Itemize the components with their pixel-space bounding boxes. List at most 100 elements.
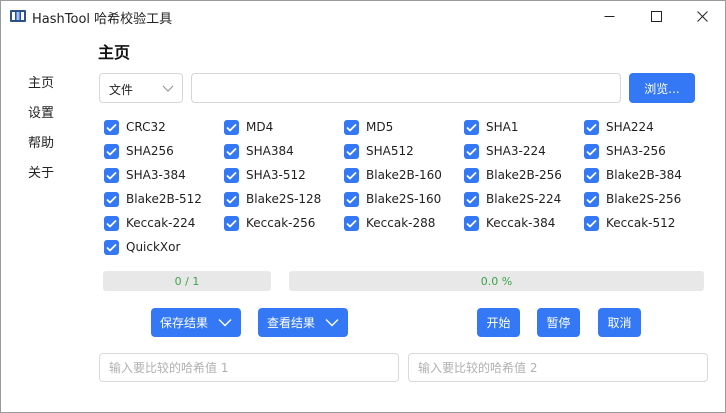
- checkbox-keccak-224[interactable]: Keccak-224: [104, 214, 195, 232]
- cancel-button[interactable]: 取消: [598, 308, 641, 337]
- view-results-button[interactable]: 查看结果: [258, 308, 348, 337]
- compare-hash-input-1[interactable]: 输入要比较的哈希值 1: [99, 353, 399, 382]
- checkbox-checked-icon: [104, 239, 119, 255]
- chevron-down-icon: [162, 85, 174, 92]
- checkbox-keccak-384[interactable]: Keccak-384: [464, 214, 555, 232]
- checkbox-sha1[interactable]: SHA1: [464, 118, 518, 136]
- minimize-button[interactable]: [586, 1, 632, 32]
- checkbox-keccak-512[interactable]: Keccak-512: [584, 214, 675, 232]
- checkbox-label: Keccak-288: [366, 216, 436, 230]
- checkbox-checked-icon: [224, 143, 239, 159]
- checkbox-md4[interactable]: MD4: [224, 118, 273, 136]
- checkbox-checked-icon: [344, 191, 359, 207]
- checkbox-checked-icon: [584, 215, 599, 231]
- checkbox-blake2b-512[interactable]: Blake2B-512: [104, 190, 202, 208]
- checkbox-sha256[interactable]: SHA256: [104, 142, 174, 160]
- checkbox-sha3-256[interactable]: SHA3-256: [584, 142, 666, 160]
- checkbox-checked-icon: [464, 191, 479, 207]
- checkbox-blake2b-384[interactable]: Blake2B-384: [584, 166, 682, 184]
- source-type-value: 文件: [109, 83, 134, 97]
- maximize-button[interactable]: [633, 1, 679, 32]
- checkbox-label: SHA3-224: [486, 144, 546, 158]
- checkbox-quickxor[interactable]: QuickXor: [104, 238, 180, 256]
- sidebar-item-settings[interactable]: 设置: [28, 102, 54, 121]
- checkbox-label: Blake2S-256: [606, 192, 682, 206]
- checkbox-checked-icon: [584, 167, 599, 183]
- close-button[interactable]: [679, 1, 725, 32]
- checkbox-label: SHA224: [606, 120, 654, 134]
- compare-hash-input-2[interactable]: 输入要比较的哈希值 2: [408, 353, 708, 382]
- checkbox-checked-icon: [104, 143, 119, 159]
- checkbox-label: SHA384: [246, 144, 294, 158]
- checkbox-sha384[interactable]: SHA384: [224, 142, 294, 160]
- source-type-select[interactable]: 文件: [99, 73, 183, 103]
- checkbox-label: SHA3-384: [126, 168, 186, 182]
- page-title: 主页: [98, 43, 131, 62]
- checkbox-checked-icon: [344, 143, 359, 159]
- checkbox-blake2s-224[interactable]: Blake2S-224: [464, 190, 561, 208]
- checkbox-sha224[interactable]: SHA224: [584, 118, 654, 136]
- checkbox-checked-icon: [464, 143, 479, 159]
- title-bar[interactable]: HashTool 哈希校验工具: [1, 1, 725, 32]
- checkbox-crc32[interactable]: CRC32: [104, 118, 166, 136]
- checkbox-label: Keccak-224: [126, 216, 196, 230]
- save-results-button[interactable]: 保存结果: [151, 308, 241, 337]
- browse-button[interactable]: 浏览...: [629, 73, 695, 103]
- checkbox-label: Blake2B-512: [126, 192, 202, 206]
- checkbox-label: SHA512: [366, 144, 414, 158]
- checkbox-checked-icon: [584, 191, 599, 207]
- checkbox-label: Keccak-512: [606, 216, 676, 230]
- file-count-progress: 0 / 1: [103, 271, 271, 291]
- checkbox-checked-icon: [464, 119, 479, 135]
- checkbox-blake2s-128[interactable]: Blake2S-128: [224, 190, 321, 208]
- checkbox-sha3-224[interactable]: SHA3-224: [464, 142, 546, 160]
- checkbox-checked-icon: [224, 191, 239, 207]
- checkbox-blake2b-160[interactable]: Blake2B-160: [344, 166, 442, 184]
- checkbox-label: Blake2B-256: [486, 168, 562, 182]
- checkbox-sha3-512[interactable]: SHA3-512: [224, 166, 306, 184]
- sidebar-item-help[interactable]: 帮助: [28, 132, 54, 151]
- chevron-down-icon: [218, 319, 232, 327]
- start-button[interactable]: 开始: [477, 308, 520, 337]
- checkbox-label: Blake2S-160: [366, 192, 442, 206]
- checkbox-checked-icon: [104, 119, 119, 135]
- checkbox-blake2s-256[interactable]: Blake2S-256: [584, 190, 681, 208]
- checkbox-checked-icon: [104, 191, 119, 207]
- window-title: HashTool 哈希校验工具: [32, 12, 173, 27]
- checkbox-blake2b-256[interactable]: Blake2B-256: [464, 166, 562, 184]
- checkbox-md5[interactable]: MD5: [344, 118, 393, 136]
- checkbox-sha512[interactable]: SHA512: [344, 142, 414, 160]
- app-window: HashTool 哈希校验工具 主页 设置 帮助 关于 主页 文件 浏览... …: [0, 0, 726, 413]
- checkbox-label: MD5: [366, 120, 394, 134]
- percent-progress: 0.0 %: [289, 271, 704, 291]
- checkbox-checked-icon: [224, 119, 239, 135]
- checkbox-checked-icon: [584, 143, 599, 159]
- checkbox-label: Blake2S-128: [246, 192, 322, 206]
- checkbox-label: SHA3-256: [606, 144, 666, 158]
- checkbox-label: QuickXor: [126, 240, 181, 254]
- checkbox-checked-icon: [464, 167, 479, 183]
- checkbox-label: Keccak-384: [486, 216, 556, 230]
- view-results-label: 查看结果: [266, 316, 315, 330]
- maximize-icon: [650, 11, 662, 22]
- checkbox-checked-icon: [224, 167, 239, 183]
- checkbox-checked-icon: [584, 119, 599, 135]
- checkbox-checked-icon: [464, 215, 479, 231]
- checkbox-checked-icon: [224, 215, 239, 231]
- checkbox-checked-icon: [104, 167, 119, 183]
- checkbox-label: SHA256: [126, 144, 174, 158]
- sidebar-item-about[interactable]: 关于: [28, 162, 54, 181]
- file-path-input[interactable]: [191, 73, 621, 103]
- checkbox-label: CRC32: [126, 120, 166, 134]
- checkbox-label: SHA1: [486, 120, 519, 134]
- checkbox-keccak-256[interactable]: Keccak-256: [224, 214, 315, 232]
- checkbox-label: Keccak-256: [246, 216, 316, 230]
- checkbox-blake2s-160[interactable]: Blake2S-160: [344, 190, 441, 208]
- checkbox-keccak-288[interactable]: Keccak-288: [344, 214, 435, 232]
- minimize-icon: [604, 16, 614, 17]
- close-icon: [696, 11, 708, 22]
- pause-button[interactable]: 暂停: [537, 308, 580, 337]
- checkbox-sha3-384[interactable]: SHA3-384: [104, 166, 186, 184]
- checkbox-label: SHA3-512: [246, 168, 306, 182]
- sidebar-item-home[interactable]: 主页: [28, 72, 54, 91]
